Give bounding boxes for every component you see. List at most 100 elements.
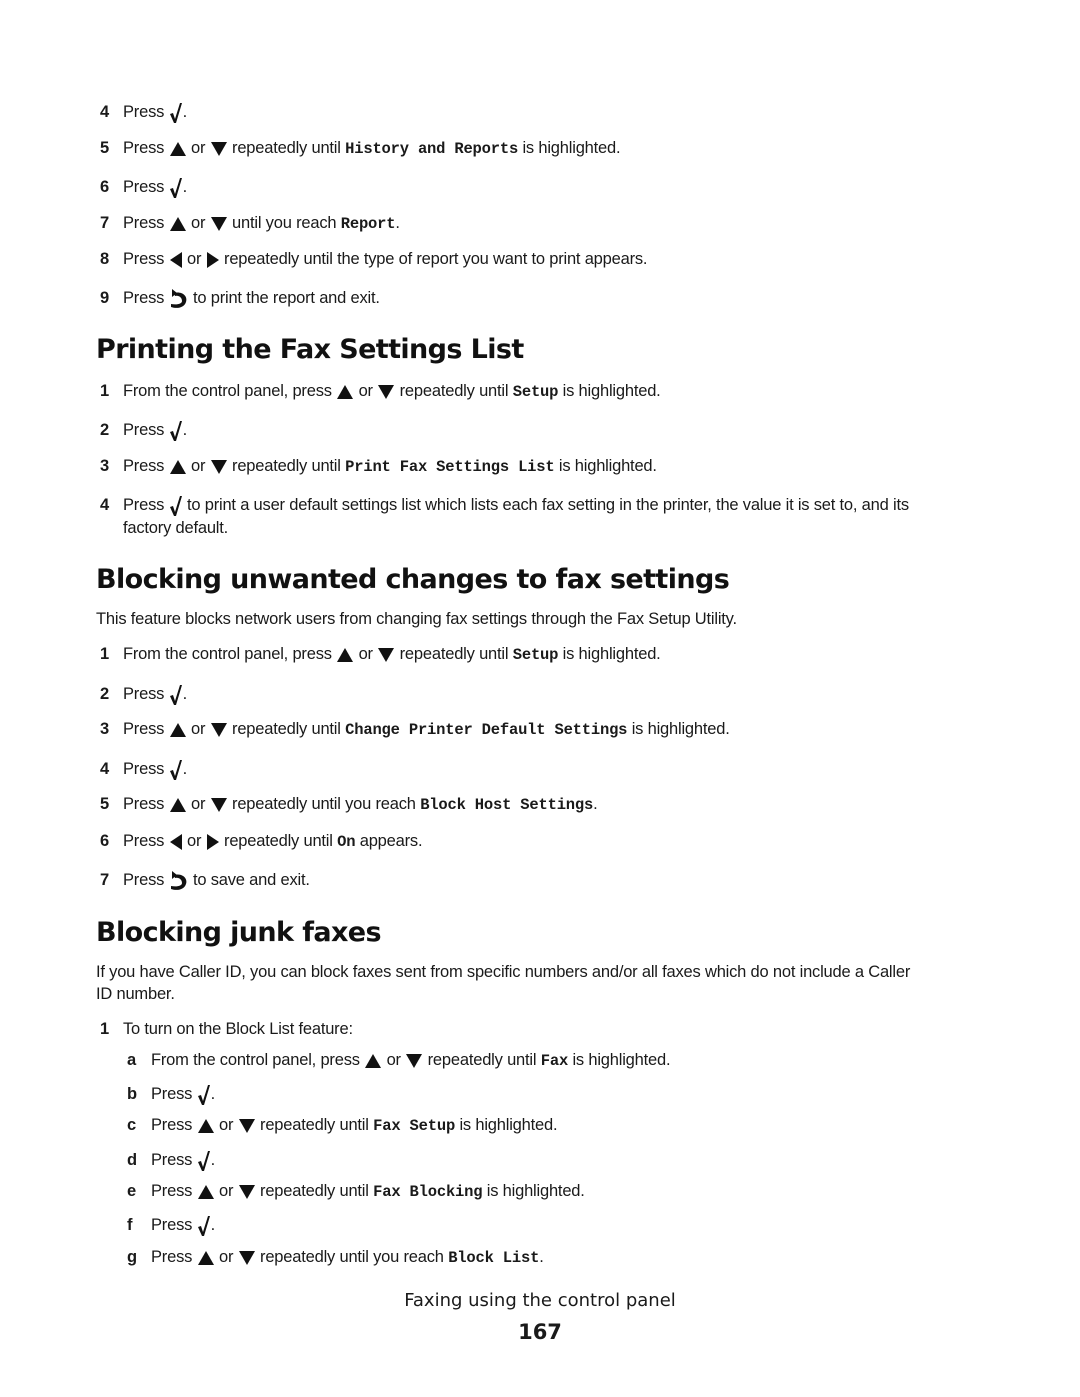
heading-fax-settings-list: Printing the Fax Settings List [96,334,524,365]
heading-junk-faxes: Blocking junk faxes [96,917,382,948]
step-text: . [182,178,188,196]
step-text: appears. [359,832,423,850]
step-item: b Press . [127,1083,215,1106]
menu-option-text: Block List [448,1249,540,1267]
step-number: 7 [100,871,109,889]
junk-faxes-intro-line1: If you have Caller ID, you can block fax… [96,963,911,981]
checkmark-icon [169,177,183,199]
down-arrow-icon [405,1053,423,1069]
step-item: f Press . [127,1214,215,1237]
step-item: 1 To turn on the Block List feature: [100,1018,353,1040]
checkmark-icon [197,1215,211,1237]
step-number: 4 [100,496,109,514]
step-text: repeatedly until [260,1116,369,1134]
step-text: until you reach [232,214,337,232]
step-text: Press [123,178,165,196]
step-text: repeatedly until [224,832,333,850]
step-text: or [186,832,202,850]
step-item: 1 From the control panel, press or repeat… [100,380,661,403]
step-text: or [358,382,373,400]
step-item: 3 Press or repeatedly until Change Printe… [100,718,730,741]
menu-option-text: Change Printer Default Settings [345,721,628,739]
step-item: d Press . [127,1149,215,1172]
step-number: 2 [100,421,109,439]
step-text: Press [123,214,165,232]
step-number: b [127,1085,137,1103]
step-number: 4 [100,760,109,778]
step-number: 1 [100,1020,109,1038]
step-item: 4 Press to print a user default settings … [100,494,960,539]
step-text: From the control panel, press [123,645,332,663]
back-icon [169,288,189,310]
step-text: or [190,139,206,157]
step-number: 7 [100,214,109,232]
step-number: f [127,1216,133,1234]
step-item: 9 Press to print the report and exit. [100,287,380,310]
down-arrow-icon [377,384,395,400]
blocking-changes-intro: This feature blocks network users from c… [96,610,737,628]
step-text: or [190,720,206,738]
step-number: 8 [100,250,109,268]
step-text: to print a user default settings list wh… [186,496,909,514]
step-number: g [127,1248,137,1266]
right-arrow-icon [206,833,220,851]
step-text: repeatedly until [260,1182,369,1200]
step-item: 1 From the control panel, press or repeat… [100,643,661,666]
step-text: Press [151,1248,193,1266]
step-text: . [182,685,188,703]
checkmark-icon [169,102,183,124]
step-text: is highlighted. [558,457,657,475]
step-item: 3 Press or repeatedly until Print Fax Set… [100,455,657,478]
left-arrow-icon [169,251,183,269]
step-number: d [127,1151,137,1169]
step-text: Press [123,720,165,738]
up-arrow-icon [364,1053,382,1069]
step-number: 1 [100,382,109,400]
step-item: 6 Press or repeatedly until On appears. [100,830,423,853]
step-number: e [127,1182,136,1200]
step-item: 6 Press . [100,176,187,199]
step-text: is highlighted. [486,1182,585,1200]
checkmark-icon [169,495,183,517]
step-text: Press [123,685,165,703]
menu-option-text: Report [340,215,396,233]
step-text: Press [123,250,165,268]
step-text: . [182,103,188,121]
step-text: or [190,214,206,232]
up-arrow-icon [169,459,187,475]
step-number: 5 [100,139,109,157]
down-arrow-icon [210,797,228,813]
down-arrow-icon [210,141,228,157]
step-number: 6 [100,832,109,850]
down-arrow-icon [238,1250,256,1266]
step-text: Press [123,421,165,439]
menu-option-text: Block Host Settings [420,796,594,814]
step-text: Press [151,1151,193,1169]
step-text: to print the report and exit. [192,289,380,307]
step-text: to save and exit. [192,871,310,889]
up-arrow-icon [336,384,354,400]
menu-option-text: Setup [512,646,559,664]
step-text: Press [151,1116,193,1134]
step-text: or [186,250,202,268]
step-number: 3 [100,457,109,475]
step-text: . [210,1216,216,1234]
menu-option-text: Fax Setup [373,1117,456,1135]
step-text: . [539,1248,544,1266]
step-item: 5 Press or repeatedly until History and R… [100,137,621,160]
step-item: c Press or repeatedly until Fax Setup is … [127,1114,558,1137]
step-text: is highlighted. [631,720,730,738]
down-arrow-icon [377,647,395,663]
step-number: 3 [100,720,109,738]
step-item: e Press or repeatedly until Fax Blocking … [127,1180,585,1203]
step-item: a From the control panel, press or repeat… [127,1049,671,1072]
step-text: Press [123,871,165,889]
step-number: 2 [100,685,109,703]
down-arrow-icon [238,1184,256,1200]
step-text: Press [123,760,165,778]
step-text: From the control panel, press [123,382,332,400]
step-text: repeatedly until [232,720,341,738]
down-arrow-icon [210,216,228,232]
down-arrow-icon [238,1118,256,1134]
step-text: To turn on the Block List feature: [123,1020,353,1038]
